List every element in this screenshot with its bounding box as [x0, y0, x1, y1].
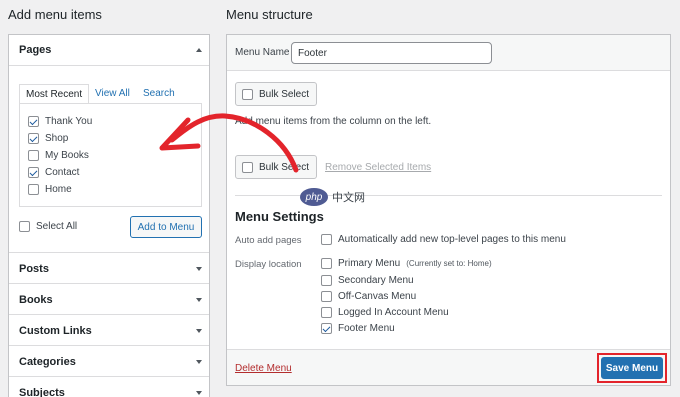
- watermark-text: 中文网: [332, 192, 365, 204]
- php-logo-icon: php: [300, 188, 328, 206]
- arrow-shaft: [169, 113, 299, 173]
- watermark: php 中文网: [300, 188, 365, 206]
